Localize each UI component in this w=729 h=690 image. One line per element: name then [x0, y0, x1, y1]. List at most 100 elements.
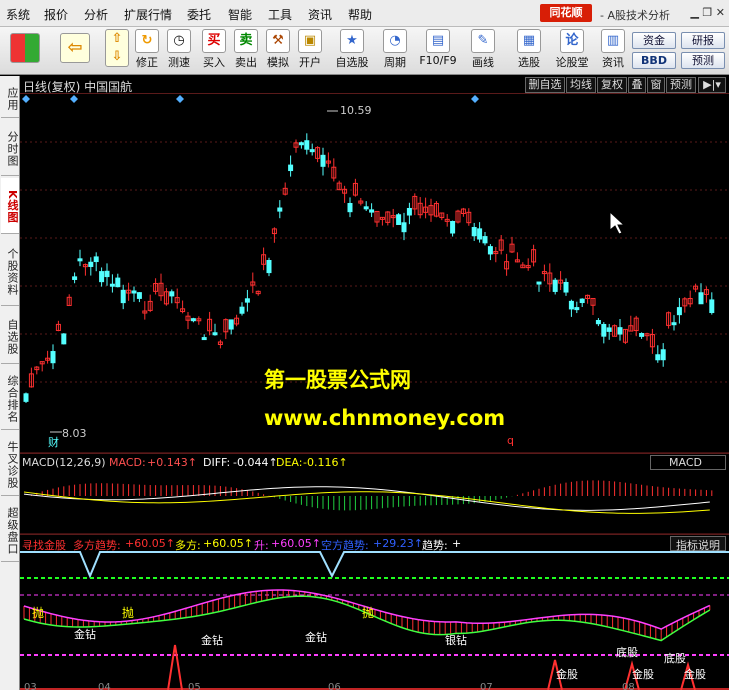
long-label: 多方:: [175, 539, 201, 552]
candle-body: [396, 214, 402, 225]
sidebar-item-diagnosis[interactable]: 牛叉诊股: [1, 432, 19, 496]
silver-diamond-signal: 银钻: [445, 634, 467, 647]
refresh-button[interactable]: ↻ 修正: [130, 29, 164, 73]
watermark-url: www.chnmoney.com: [264, 406, 506, 430]
menu-extended[interactable]: 扩展行情: [124, 6, 172, 23]
watchlist-button[interactable]: ★ 自选股: [332, 29, 372, 73]
overlay-button[interactable]: 叠: [628, 77, 646, 93]
sell-icon: 卖: [234, 29, 258, 53]
sidebar-item-panel[interactable]: 超级盘口: [1, 498, 19, 562]
lock-icon: ▣: [298, 29, 322, 53]
select-stock-icon: ▦: [517, 29, 541, 53]
window-button[interactable]: 窗: [647, 77, 665, 93]
open-account-button[interactable]: ▣ 开户: [293, 29, 327, 73]
up-down-arrow-icon[interactable]: ⇧ ⇩: [100, 29, 134, 73]
q-marker[interactable]: q: [507, 434, 514, 447]
finance-marker[interactable]: 财: [48, 434, 59, 450]
sell-signal: 抛: [122, 606, 135, 620]
toolbar-label: 论股堂: [555, 56, 589, 69]
menu-news[interactable]: 资讯: [308, 6, 332, 23]
menu-smart[interactable]: 智能: [228, 6, 252, 23]
candle-body: [115, 277, 121, 288]
menu-analysis[interactable]: 分析: [84, 6, 108, 23]
menu-quote[interactable]: 报价: [44, 6, 68, 23]
candle-body: [190, 318, 196, 322]
candle-body: [228, 319, 234, 330]
back-arrow-icon[interactable]: ⇦: [58, 33, 92, 77]
menu-help[interactable]: 帮助: [348, 6, 372, 23]
sidebar-item-apps[interactable]: 应用: [1, 78, 19, 118]
sidebar-item-timeshare[interactable]: 分时图: [1, 120, 19, 176]
toolbar: ⇦ ⇧ ⇩ ↻ 修正 ◷ 测速 买买入 卖卖出 ⚒ 模拟 ▣ 开户 ★ 自选股 ◔ 周期 ▤ F…: [0, 27, 729, 75]
sidebar-item-kline[interactable]: K线图: [1, 178, 19, 234]
speed-test-button[interactable]: ◷ 测速: [162, 29, 196, 73]
watermark-title: 第一股票公式网: [264, 368, 411, 392]
macd-selector[interactable]: MACD: [650, 455, 726, 470]
candle-body: [99, 271, 105, 283]
toolbar-label: 选股: [518, 56, 540, 69]
pen-icon: ✎: [471, 29, 495, 53]
indicator-header: 寻找金股 多方趋势: +60.05↑ 多方: +60.05↑ 升: +60.05…: [20, 534, 729, 552]
window-controls[interactable]: ▁ ❐ ✕: [690, 6, 725, 19]
candle-body: [477, 228, 483, 240]
candle-body: [369, 209, 375, 213]
macd-name: MACD(12,26,9): [22, 456, 106, 469]
research-button[interactable]: 研报: [681, 32, 725, 49]
long-trend-value: +60.05↑: [125, 537, 175, 550]
ma-button[interactable]: 均线: [566, 77, 596, 93]
candle-body: [288, 164, 294, 172]
menu-bar: 系统 报价 分析 扩展行情 委托 智能 工具 资讯 帮助 同花顺 - A股技术分…: [0, 0, 729, 27]
f10-button[interactable]: ▤ F10/F9: [418, 29, 458, 73]
month-tick: 04: [98, 682, 111, 690]
bbd-button[interactable]: BBD: [632, 52, 676, 69]
windows-logo-icon[interactable]: [8, 33, 42, 77]
signal-spike: [167, 644, 183, 690]
indicator-help-button[interactable]: 指标说明: [670, 536, 726, 552]
candle-body: [401, 222, 407, 233]
sidebar-item-watchlist[interactable]: 自选股: [1, 308, 19, 364]
remove-watchlist-button[interactable]: 删自选: [525, 77, 565, 93]
chart-area[interactable]: 03 04 05 06 07 08 10.59 8.03 财 q 第一股票公式网 www.…: [20, 94, 729, 690]
candle-body: [72, 276, 78, 280]
bottom-stock-signal: 底股: [664, 652, 686, 665]
forecast-chart-button[interactable]: 预测: [666, 77, 696, 93]
short-trend-label: 空方趋势:: [321, 539, 369, 552]
forum-button[interactable]: 论论股堂: [552, 29, 592, 73]
sidebar-item-profile[interactable]: 个股资料: [1, 236, 19, 306]
candle-body: [579, 298, 585, 304]
left-sidebar: 应用 分时图 K线图 个股资料 自选股 综合排名 牛叉诊股 超级盘口: [0, 76, 20, 690]
fund-button[interactable]: 资金: [632, 32, 676, 49]
month-tick: 08: [622, 682, 635, 690]
simulate-button[interactable]: ⚒ 模拟: [261, 29, 295, 73]
news-button[interactable]: ▥ 资讯: [596, 29, 630, 73]
candle-body: [671, 322, 677, 326]
menu-tools[interactable]: 工具: [268, 6, 292, 23]
candle-body: [320, 154, 326, 167]
brand-subtitle: - A股技术分析: [600, 9, 670, 22]
buy-button[interactable]: 买买入: [197, 29, 231, 73]
candle-body: [568, 300, 574, 310]
cycle-icon: ◔: [383, 29, 407, 53]
adjust-button[interactable]: 复权: [597, 77, 627, 93]
sell-button[interactable]: 卖卖出: [229, 29, 263, 73]
stock-picker-button[interactable]: ▦ 选股: [512, 29, 546, 73]
candle-body: [309, 149, 315, 153]
period-button[interactable]: ◔ 周期: [378, 29, 412, 73]
mouse-cursor-icon: [609, 210, 626, 235]
draw-line-button[interactable]: ✎ 画线: [466, 29, 500, 73]
candle-body: [104, 270, 110, 278]
sell-signal: 抛: [362, 606, 375, 620]
candle-body: [406, 207, 412, 216]
rise-label: 升:: [254, 539, 269, 552]
candle-body: [136, 292, 142, 299]
menu-system[interactable]: 系统: [6, 6, 30, 23]
candle-body: [487, 246, 493, 255]
sidebar-item-ranking[interactable]: 综合排名: [1, 366, 19, 430]
forecast-button[interactable]: 预测: [681, 52, 725, 69]
chart-menu-icon[interactable]: ▶|▾: [698, 77, 726, 93]
menu-order[interactable]: 委托: [187, 6, 211, 23]
candle-body: [639, 333, 645, 337]
candle-body: [363, 206, 369, 210]
candle-body: [169, 291, 175, 297]
buy-icon: 买: [202, 29, 226, 53]
